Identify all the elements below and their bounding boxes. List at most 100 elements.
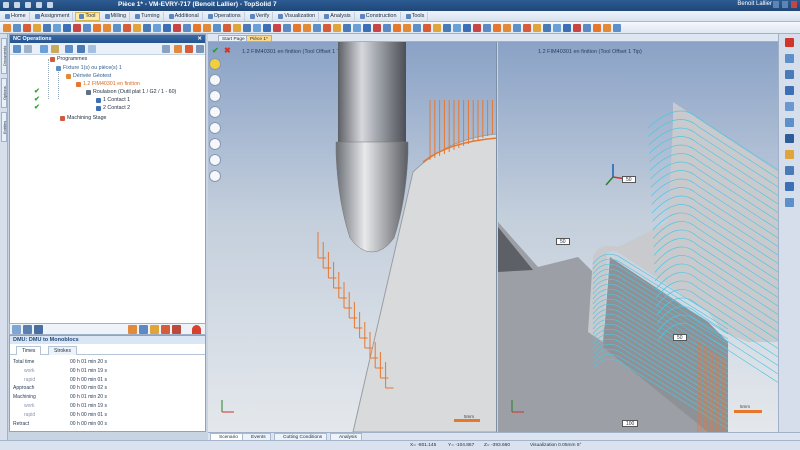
render-icon[interactable] — [785, 198, 794, 207]
toolbar-button-icon[interactable] — [373, 24, 381, 32]
zoom-icon[interactable] — [785, 70, 794, 79]
collision-icon[interactable] — [161, 325, 170, 334]
toolbar-button-icon[interactable] — [603, 24, 611, 32]
toolbar-button-icon[interactable] — [333, 24, 341, 32]
tree-node[interactable]: Roulaison (Outil plat 1 / G2 / 1 - 60) — [86, 89, 176, 95]
toolbar-button-icon[interactable] — [473, 24, 481, 32]
ribbon-tab-assignment[interactable]: Assignment — [32, 11, 74, 21]
front-view-icon[interactable] — [785, 134, 794, 143]
toolbar-button-icon[interactable] — [403, 24, 411, 32]
toolbar-button-icon[interactable] — [543, 24, 551, 32]
part-icon[interactable] — [128, 325, 137, 334]
toolbar-button-icon[interactable] — [533, 24, 541, 32]
ribbon-tab-home[interactable]: Home — [2, 11, 30, 21]
toolbar-button-icon[interactable] — [53, 24, 61, 32]
ribbon-tab-visualization[interactable]: Visualization — [275, 11, 320, 21]
toolbar-button-icon[interactable] — [523, 24, 531, 32]
arc-icon[interactable] — [192, 325, 201, 334]
toolbar-button-icon[interactable] — [263, 24, 271, 32]
toolbar-button-icon[interactable] — [173, 24, 181, 32]
ribbon-tab-milling[interactable]: Milling — [102, 11, 131, 21]
toolbar-button-icon[interactable] — [553, 24, 561, 32]
close-icon[interactable] — [785, 38, 794, 47]
viewport-left[interactable]: ✔ ✖ 1.2 FIM40301 en finition (Tool Offse… — [208, 42, 497, 432]
gouge-icon[interactable] — [172, 325, 181, 334]
close-icon[interactable] — [791, 1, 797, 8]
tree-node[interactable]: Dérivée Géotest — [66, 73, 111, 79]
properties-icon[interactable] — [88, 45, 96, 53]
toolbar-button-icon[interactable] — [153, 24, 161, 32]
toolbar-button-icon[interactable] — [503, 24, 511, 32]
toolbar-button-icon[interactable] — [573, 24, 581, 32]
options-icon[interactable] — [162, 45, 170, 53]
toolbar-button-icon[interactable] — [163, 24, 171, 32]
toolbar-button-icon[interactable] — [133, 24, 141, 32]
minimize-icon[interactable] — [773, 1, 779, 8]
toolbar-button-icon[interactable] — [343, 24, 351, 32]
toolbar-button-icon[interactable] — [123, 24, 131, 32]
toolbar-button-icon[interactable] — [463, 24, 471, 32]
toolbar-button-icon[interactable] — [3, 24, 11, 32]
toolbar-button-icon[interactable] — [253, 24, 261, 32]
toolbar-button-icon[interactable] — [383, 24, 391, 32]
toolbar-button-icon[interactable] — [563, 24, 571, 32]
app-icon[interactable] — [3, 2, 9, 8]
toolbar-button-icon[interactable] — [243, 24, 251, 32]
toolbar-button-icon[interactable] — [443, 24, 451, 32]
lock-icon[interactable] — [185, 45, 193, 53]
ribbon-tab-additional[interactable]: Additional — [166, 11, 203, 21]
toolbar-button-icon[interactable] — [413, 24, 421, 32]
toolbar-button-icon[interactable] — [203, 24, 211, 32]
close-panel-icon[interactable]: ✕ — [197, 35, 202, 43]
toolbar-button-icon[interactable] — [433, 24, 441, 32]
navigate-icon[interactable] — [785, 54, 794, 63]
ribbon-tab-analysis[interactable]: Analysis — [321, 11, 355, 21]
redo-icon[interactable] — [47, 2, 53, 8]
toolbar-button-icon[interactable] — [493, 24, 501, 32]
toolbar-button-icon[interactable] — [13, 24, 21, 32]
toolbar-button-icon[interactable] — [583, 24, 591, 32]
tree-view-icon[interactable] — [12, 325, 21, 334]
stock-icon[interactable] — [139, 325, 148, 334]
new-icon[interactable] — [14, 2, 20, 8]
toolbar-button-icon[interactable] — [303, 24, 311, 32]
sort-icon[interactable] — [65, 45, 73, 53]
tree-node[interactable]: Machining Stage — [60, 115, 106, 121]
toolbar-button-icon[interactable] — [453, 24, 461, 32]
collapse-icon[interactable] — [24, 45, 32, 53]
save-icon[interactable] — [25, 2, 31, 8]
top-view-icon[interactable] — [785, 166, 794, 175]
ribbon-tab-construction[interactable]: Construction — [357, 11, 401, 21]
toolbar-button-icon[interactable] — [73, 24, 81, 32]
toolbar-button-icon[interactable] — [283, 24, 291, 32]
viewport-right[interactable]: 1.2 FIM40301 en finition (Tool Offset 1 … — [498, 42, 778, 432]
toolbar-button-icon[interactable] — [193, 24, 201, 32]
tree-node[interactable]: Programmes — [50, 56, 87, 62]
machine-icon[interactable] — [23, 325, 32, 334]
tree-node[interactable]: 2 Contact 2 — [96, 105, 130, 111]
toolbar-button-icon[interactable] — [143, 24, 151, 32]
ribbon-tab-tools[interactable]: Tools — [403, 11, 429, 21]
section-icon[interactable] — [785, 182, 794, 191]
fit-icon[interactable] — [785, 118, 794, 127]
filter-icon[interactable] — [40, 45, 48, 53]
group-icon[interactable] — [77, 45, 85, 53]
toolbar-button-icon[interactable] — [113, 24, 121, 32]
toolbar-button-icon[interactable] — [103, 24, 111, 32]
tab-start-page[interactable]: Start Page — [218, 35, 249, 42]
toolbar-button-icon[interactable] — [593, 24, 601, 32]
tool-icon[interactable] — [174, 45, 182, 53]
ribbon-tab-operations[interactable]: Operations — [205, 11, 245, 21]
tree-node[interactable]: 1.2 FIM40301 en finition — [76, 81, 140, 87]
toolbar-button-icon[interactable] — [423, 24, 431, 32]
ribbon-tab-verify[interactable]: Verify — [247, 11, 274, 21]
tab-piece-1[interactable]: Pièce 1* — [246, 35, 272, 42]
toolbar-button-icon[interactable] — [33, 24, 41, 32]
toolbar-button-icon[interactable] — [613, 24, 621, 32]
ribbon-tab-turning[interactable]: Turning — [132, 11, 164, 21]
tree-node[interactable]: Fixture 1(s) ou pièce(s) 1 — [56, 65, 122, 71]
tool-path-icon[interactable] — [34, 325, 43, 334]
dimension-badge[interactable]: 50 — [673, 334, 687, 341]
tree-node[interactable]: 1 Contact 1 — [96, 97, 130, 103]
toolbar-button-icon[interactable] — [233, 24, 241, 32]
